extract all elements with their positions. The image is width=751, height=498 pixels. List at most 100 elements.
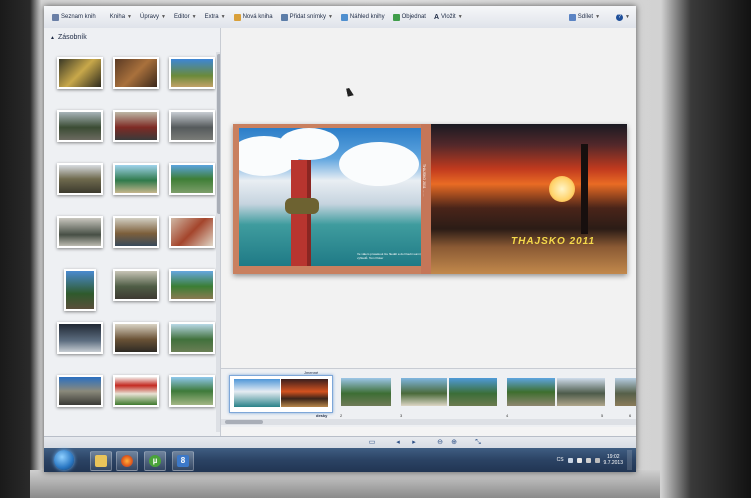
menu-upravy[interactable]: Úpravy ▼	[140, 14, 166, 20]
photo-thumbnail[interactable]	[57, 375, 103, 407]
photo-thumbnail[interactable]	[169, 110, 215, 142]
photo-thumbnail[interactable]	[169, 269, 215, 301]
chevron-down-icon: ▼	[625, 14, 630, 20]
filmstrip-spread[interactable]	[401, 375, 497, 411]
tray-thumbnail-grid	[54, 52, 215, 423]
zoom-out-icon[interactable]: ⊖	[436, 439, 444, 447]
menu-editor[interactable]: Editor ▼	[174, 14, 197, 20]
display-mode-icon[interactable]: ▭	[368, 439, 376, 447]
menu-kniha[interactable]: Kniha ▼	[110, 14, 132, 20]
screen: Seznam knih Kniha ▼ Úpravy ▼ Editor ▼ Extra…	[44, 6, 636, 472]
page-filmstrip: Jmenné desky 2 3 4 5 6	[221, 368, 636, 427]
preview-book-label: Náhled knihy	[349, 14, 385, 20]
back-cover[interactable]: Ve válem prosekout lze hledět a do hloub…	[233, 124, 431, 274]
photo-thumbnail[interactable]	[169, 57, 215, 89]
lighthouse-shape	[581, 144, 588, 234]
editor-canvas: Ve válem prosekout lze hledět a do hloub…	[221, 28, 636, 368]
photo-thumbnail[interactable]	[57, 216, 103, 248]
photo-thumbnail[interactable]	[113, 110, 159, 142]
taskbar-clock[interactable]: 19:02 9.7.2013	[604, 454, 623, 466]
filmstrip-scrollbar[interactable]	[221, 419, 636, 425]
fit-to-screen-icon[interactable]: ⤡	[474, 439, 482, 447]
book-cover-spread[interactable]: Ve válem prosekout lze hledět a do hloub…	[233, 124, 627, 274]
taskbar-explorer[interactable]	[90, 451, 112, 471]
tray-title: Zásobník	[57, 34, 87, 41]
filmstrip-scrollbar-thumb[interactable]	[225, 420, 263, 424]
page-number: 2	[340, 413, 343, 418]
taskbar-utorrent[interactable]: µ	[144, 451, 166, 471]
order-icon	[392, 13, 400, 21]
flag-icon[interactable]	[576, 457, 582, 463]
taskbar-photobook[interactable]: 8	[172, 451, 194, 471]
photo-thumbnail[interactable]	[57, 322, 103, 354]
add-photos-label: Přidat snímky	[289, 14, 326, 20]
front-cover[interactable]: THAJSKO 2011	[431, 124, 627, 274]
photo-thumbnail[interactable]	[113, 322, 159, 354]
preview-book-button[interactable]: Náhled knihy	[340, 13, 385, 21]
cloud-shape	[279, 128, 339, 160]
insert-button[interactable]: A Vložit ▼	[434, 14, 463, 21]
book-title[interactable]: THAJSKO 2011	[511, 236, 595, 247]
menu-extra-label: Extra	[204, 14, 219, 20]
back-cover-photo[interactable]: Ve válem prosekout lze hledět a do hloub…	[239, 128, 421, 266]
network-icon[interactable]	[567, 457, 573, 463]
order-label: Objednat	[401, 14, 426, 20]
photo-thumbnail[interactable]	[57, 57, 103, 89]
menu-extra[interactable]: Extra ▼	[205, 14, 226, 20]
photo-thumbnail[interactable]	[64, 269, 96, 311]
photo-thumbnail[interactable]	[169, 163, 215, 195]
filmstrip-spread[interactable]	[615, 375, 636, 411]
cloud-shape	[339, 142, 419, 186]
main-toolbar: Seznam knih Kniha ▼ Úpravy ▼ Editor ▼ Extra…	[44, 6, 636, 29]
monitor-bezel	[30, 470, 660, 498]
book-spine[interactable]	[421, 124, 431, 274]
chevron-down-icon: ▼	[191, 14, 197, 20]
photo-tray: ▲ Zásobník	[44, 28, 221, 436]
windows-taskbar: µ 8 CS 19:02 9.7.2013	[44, 448, 636, 472]
show-desktop-button[interactable]	[627, 450, 632, 470]
firefox-icon	[121, 455, 133, 467]
filmstrip-cover-spread[interactable]: Jmenné desky	[229, 370, 333, 418]
back-cover-caption[interactable]: Ve válem prosekout lze hledět a do hloub…	[357, 252, 421, 260]
photo-thumbnail[interactable]	[57, 163, 103, 195]
folder-icon	[95, 455, 107, 467]
photo-thumbnail[interactable]	[169, 375, 215, 407]
order-button[interactable]: Objednat	[392, 13, 426, 21]
share-button[interactable]: Sdílet ▼	[568, 13, 601, 21]
insert-label: Vložit	[441, 14, 456, 20]
chevron-down-icon: ▼	[595, 14, 601, 20]
filmstrip-selected-tag: Jmenné	[304, 370, 319, 375]
taskbar-firefox[interactable]	[116, 451, 138, 471]
text-insert-icon: A	[433, 13, 440, 21]
filmstrip-spread[interactable]	[341, 375, 391, 411]
rope-shape	[285, 198, 319, 214]
language-indicator[interactable]: CS	[557, 457, 564, 463]
new-book-button[interactable]: Nová kniha	[233, 13, 273, 21]
photo-thumbnail[interactable]	[113, 375, 159, 407]
system-tray: CS 19:02 9.7.2013	[557, 448, 632, 472]
photo-thumbnail[interactable]	[169, 322, 215, 354]
next-page-icon[interactable]: ▸	[410, 439, 418, 447]
photo-thumbnail[interactable]	[113, 216, 159, 248]
zoom-in-icon[interactable]: ⊕	[450, 439, 458, 447]
photo-thumbnail[interactable]	[57, 110, 103, 142]
prev-page-icon[interactable]: ◂	[394, 439, 402, 447]
new-book-icon	[233, 13, 241, 21]
photo-thumbnail[interactable]	[113, 163, 159, 195]
new-book-label: Nová kniha	[242, 14, 273, 20]
photo-thumbnail[interactable]	[113, 269, 159, 301]
tray-header[interactable]: ▲ Zásobník	[50, 34, 87, 41]
spine-text: THAJSKO 2011 ... ...	[422, 164, 426, 197]
book-list-button[interactable]: Seznam knih	[52, 13, 96, 21]
photo-thumbnail[interactable]	[169, 216, 215, 248]
volume-icon[interactable]	[585, 457, 591, 463]
filmstrip-page-thumbnail	[615, 378, 636, 406]
connection-icon[interactable]	[594, 457, 600, 463]
preview-icon	[340, 13, 348, 21]
filmstrip-page-thumbnail	[507, 378, 555, 406]
start-button[interactable]	[54, 450, 74, 470]
help-button[interactable]: ? ▼	[616, 13, 630, 21]
photo-thumbnail[interactable]	[113, 57, 159, 89]
filmstrip-spread[interactable]	[507, 375, 605, 411]
add-photos-button[interactable]: Přidat snímky ▼	[280, 13, 333, 21]
